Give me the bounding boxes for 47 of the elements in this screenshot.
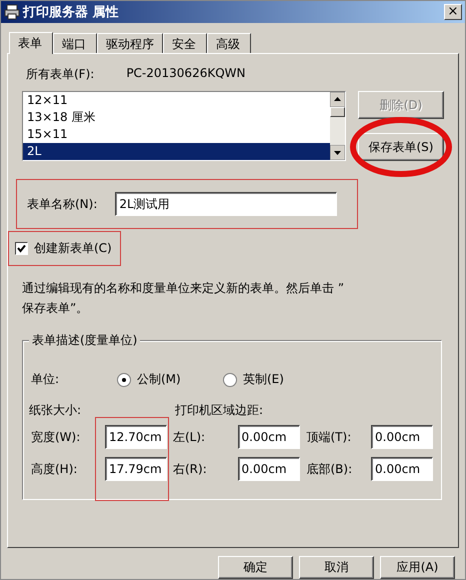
tab[interactable]: 表单	[9, 32, 53, 54]
radio-label[interactable]: 英制(E)	[243, 371, 284, 388]
input-field[interactable]: 0.00cm	[238, 457, 300, 481]
scroll-down-icon[interactable]	[330, 145, 345, 160]
field-label: 单位:	[31, 371, 60, 388]
close-button[interactable]: ×	[444, 4, 462, 20]
list-item[interactable]: 15×11	[23, 126, 330, 143]
radio-label[interactable]: 公制(M)	[137, 371, 181, 388]
form-button[interactable]: 保存表单(S)	[358, 133, 444, 161]
section-label: 打印机区域边距:	[175, 402, 264, 419]
dialog-button[interactable]: 应用(A)	[380, 556, 455, 579]
field-label: 顶端(T):	[306, 428, 352, 446]
tab[interactable]: 安全	[163, 33, 207, 53]
tab[interactable]: 高级	[207, 33, 251, 53]
field-label: 宽度(W):	[31, 428, 82, 446]
input-field[interactable]: 0.00cm	[371, 425, 433, 449]
dialog-button[interactable]: 确定	[218, 556, 293, 579]
radio-button[interactable]	[223, 372, 237, 386]
field-label: 左(L):	[173, 428, 206, 446]
list-item[interactable]: 12×11	[23, 92, 330, 109]
scrollbar[interactable]	[330, 92, 345, 160]
field-label: 高度(H):	[31, 460, 78, 478]
list-item[interactable]: 13×18 厘米	[23, 109, 330, 126]
description-text: 通过编辑现有的名称和度量单位来定义新的表单。然后单击 ” 保存表单”。	[22, 280, 346, 317]
field-label: 右(R):	[173, 460, 208, 478]
field-label: 底部(B):	[306, 460, 354, 478]
radio-button[interactable]	[117, 372, 131, 386]
field-label: 所有表单(F):	[26, 66, 94, 83]
field-label: 表单名称(N):	[27, 196, 98, 212]
tab[interactable]: 驱动程序	[97, 33, 163, 53]
tab[interactable]: 端口	[53, 33, 97, 53]
section-label: 纸张大小:	[29, 402, 82, 419]
input-field[interactable]: 0.00cm	[238, 425, 300, 449]
input-field[interactable]: 12.70cm	[105, 425, 167, 449]
window-title: 打印服务器 属性	[23, 4, 120, 21]
input-field[interactable]: 17.79cm	[105, 457, 167, 481]
dialog-button[interactable]: 取消	[299, 556, 374, 579]
checkbox-label[interactable]: 创建新表单(C)	[34, 240, 112, 257]
server-name: PC-20130626KQWN	[126, 66, 246, 82]
input-field[interactable]: 2L测试用	[115, 192, 338, 216]
input-field[interactable]: 0.00cm	[371, 457, 433, 481]
list-item[interactable]: 2L	[23, 143, 330, 160]
scroll-thumb[interactable]	[330, 107, 345, 117]
checkbox[interactable]	[15, 242, 28, 255]
printer-icon	[4, 4, 20, 20]
group-title: 表单描述(度量单位)	[29, 332, 140, 349]
scroll-up-icon[interactable]	[330, 92, 345, 107]
